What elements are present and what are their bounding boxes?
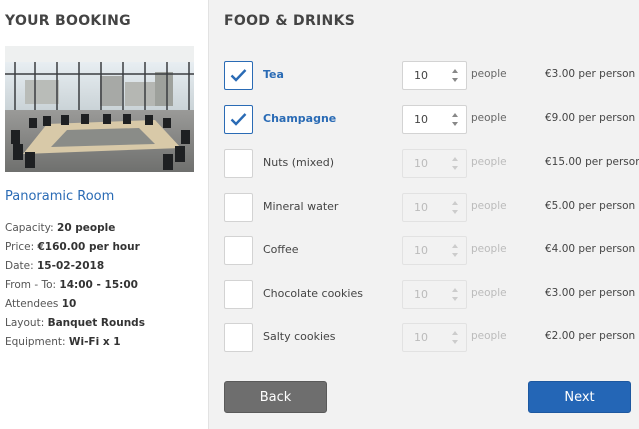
chevron-down-icon[interactable] xyxy=(452,78,458,82)
quantity-value: 10 xyxy=(414,288,428,301)
spinner-arrows-icon[interactable] xyxy=(452,200,460,217)
chevron-up-icon[interactable] xyxy=(452,288,458,292)
unit-label: people xyxy=(471,200,507,212)
food-item-checkbox[interactable] xyxy=(224,323,253,352)
food-item-checkbox[interactable] xyxy=(224,105,253,134)
booking-details: Capacity: 20 people Price: €160.00 per h… xyxy=(5,219,145,352)
price-label: €3.00 per person xyxy=(545,287,636,299)
food-item-name: Mineral water xyxy=(263,200,339,213)
chevron-up-icon[interactable] xyxy=(452,69,458,73)
price-label: €15.00 per person xyxy=(545,156,639,168)
detail-attendees: Attendees 10 xyxy=(5,298,77,310)
spinner-arrows-icon[interactable] xyxy=(452,112,460,129)
detail-time: From - To: 14:00 - 15:00 xyxy=(5,279,138,291)
unit-label: people xyxy=(471,112,507,124)
food-item-checkbox[interactable] xyxy=(224,193,253,222)
chevron-down-icon[interactable] xyxy=(452,297,458,301)
detail-date: Date: 15-02-2018 xyxy=(5,260,105,272)
spinner-arrows-icon[interactable] xyxy=(452,330,460,347)
unit-label: people xyxy=(471,68,507,80)
unit-label: people xyxy=(471,156,507,168)
check-icon xyxy=(230,113,247,126)
quantity-stepper[interactable]: 10 xyxy=(402,61,467,90)
food-item-checkbox[interactable] xyxy=(224,149,253,178)
detail-layout: Layout: Banquet Rounds xyxy=(5,317,145,329)
food-item-name: Champagne xyxy=(263,112,337,125)
food-item-name: Tea xyxy=(263,68,284,81)
quantity-stepper[interactable]: 10 xyxy=(402,149,467,178)
chevron-down-icon[interactable] xyxy=(452,210,458,214)
price-label: €5.00 per person xyxy=(545,200,636,212)
food-item-name: Coffee xyxy=(263,243,299,256)
quantity-stepper[interactable]: 10 xyxy=(402,323,467,352)
chevron-up-icon[interactable] xyxy=(452,113,458,117)
quantity-value: 10 xyxy=(414,113,428,126)
food-item-row: Chocolate cookies 10 people €3.00 per perso… xyxy=(224,280,639,310)
food-item-row: Salty cookies 10 people €2.00 per person xyxy=(224,323,639,353)
food-item-row: Mineral water 10 people €5.00 per person xyxy=(224,193,639,223)
chevron-down-icon[interactable] xyxy=(452,253,458,257)
spinner-arrows-icon[interactable] xyxy=(452,68,460,85)
back-button[interactable]: Back xyxy=(224,381,327,413)
price-label: €4.00 per person xyxy=(545,243,636,255)
food-item-name: Nuts (mixed) xyxy=(263,156,335,169)
next-button[interactable]: Next xyxy=(528,381,631,413)
detail-capacity: Capacity: 20 people xyxy=(5,222,116,234)
spinner-arrows-icon[interactable] xyxy=(452,156,460,173)
food-drinks-title: FOOD & DRINKS xyxy=(224,13,356,29)
detail-equipment: Equipment: Wi-Fi x 1 xyxy=(5,336,121,348)
chevron-up-icon[interactable] xyxy=(452,201,458,205)
spinner-arrows-icon[interactable] xyxy=(452,287,460,304)
food-item-row: Coffee 10 people €4.00 per person xyxy=(224,236,639,266)
quantity-stepper[interactable]: 10 xyxy=(402,280,467,309)
quantity-value: 10 xyxy=(414,69,428,82)
spinner-arrows-icon[interactable] xyxy=(452,243,460,260)
room-photo xyxy=(5,46,194,172)
quantity-value: 10 xyxy=(414,331,428,344)
quantity-value: 10 xyxy=(414,201,428,214)
food-item-checkbox[interactable] xyxy=(224,280,253,309)
chevron-up-icon[interactable] xyxy=(452,244,458,248)
room-name[interactable]: Panoramic Room xyxy=(5,189,114,204)
booking-summary-panel: YOUR BOOKING Panoramic Room Capacity: 20… xyxy=(0,0,208,429)
quantity-stepper[interactable]: 10 xyxy=(402,105,467,134)
food-item-checkbox[interactable] xyxy=(224,236,253,265)
chevron-up-icon[interactable] xyxy=(452,157,458,161)
booking-title: YOUR BOOKING xyxy=(5,13,131,29)
quantity-stepper[interactable]: 10 xyxy=(402,236,467,265)
food-item-row: Nuts (mixed) 10 people €15.00 per person xyxy=(224,149,639,179)
chevron-up-icon[interactable] xyxy=(452,331,458,335)
food-item-row: Champagne 10 people €9.00 per person xyxy=(224,105,639,135)
food-item-name: Salty cookies xyxy=(263,330,336,343)
quantity-value: 10 xyxy=(414,157,428,170)
detail-price: Price: €160.00 per hour xyxy=(5,241,140,253)
price-label: €2.00 per person xyxy=(545,330,636,342)
quantity-value: 10 xyxy=(414,244,428,257)
price-label: €3.00 per person xyxy=(545,68,636,80)
price-label: €9.00 per person xyxy=(545,112,636,124)
food-item-name: Chocolate cookies xyxy=(263,287,363,300)
unit-label: people xyxy=(471,330,507,342)
quantity-stepper[interactable]: 10 xyxy=(402,193,467,222)
chevron-down-icon[interactable] xyxy=(452,340,458,344)
unit-label: people xyxy=(471,243,507,255)
food-drinks-panel: FOOD & DRINKS Tea 10 people €3.00 per perso… xyxy=(208,0,639,429)
food-item-checkbox[interactable] xyxy=(224,61,253,90)
food-item-row: Tea 10 people €3.00 per person xyxy=(224,61,639,91)
chevron-down-icon[interactable] xyxy=(452,122,458,126)
check-icon xyxy=(230,69,247,82)
unit-label: people xyxy=(471,287,507,299)
chevron-down-icon[interactable] xyxy=(452,166,458,170)
